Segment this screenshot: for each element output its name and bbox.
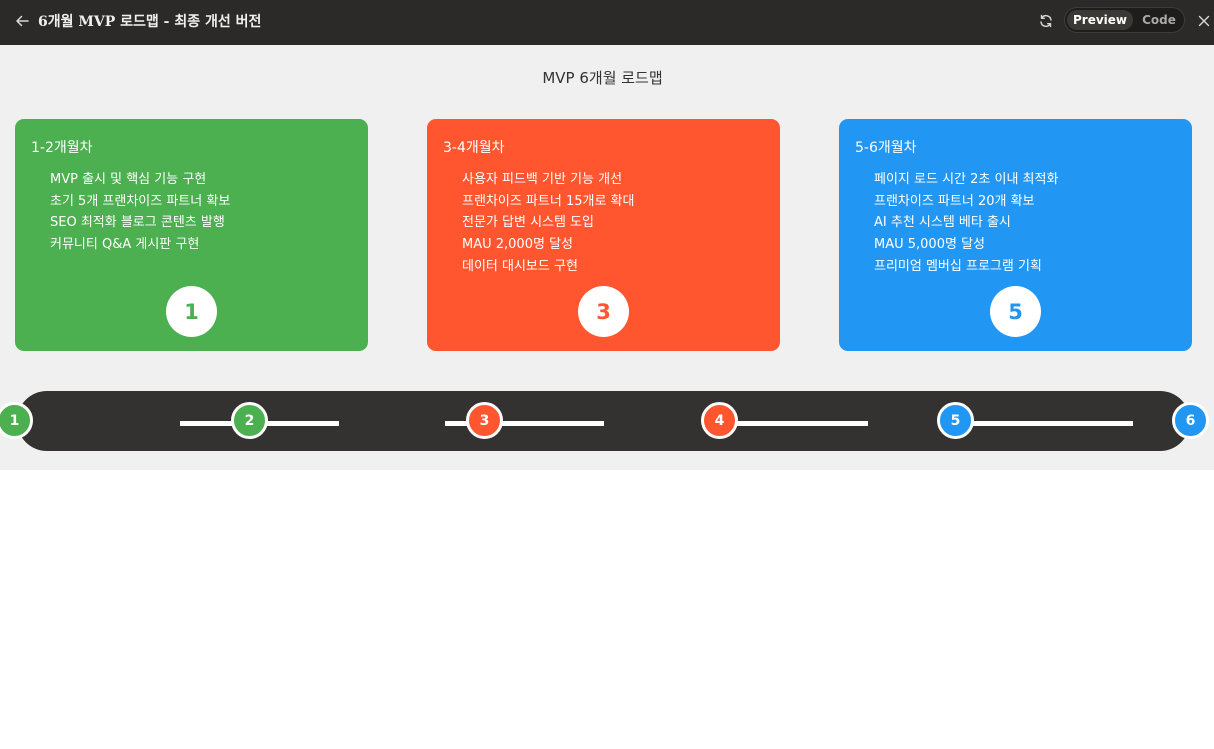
phase-title: 1-2개월차: [31, 140, 93, 156]
top-bar: 6개월 MVP 로드맵 - 최종 개선 버전 Preview Code: [0, 0, 1214, 45]
close-icon: [1198, 15, 1210, 27]
window-title: 6개월 MVP 로드맵 - 최종 개선 버전: [38, 14, 262, 30]
list-item: SEO 최적화 블로그 콘텐츠 발행: [50, 215, 225, 231]
timeline-month-4[interactable]: 4: [701, 402, 738, 439]
close-button[interactable]: [1194, 10, 1214, 32]
timeline-connector: [970, 421, 1133, 426]
tab-code[interactable]: Code: [1137, 10, 1181, 30]
list-item: MVP 출시 및 핵심 기능 구현: [50, 172, 207, 187]
phase-badge: 5: [990, 286, 1041, 337]
list-item: MAU 5,000명 달성: [874, 237, 985, 253]
page-title: MVP 6개월 로드맵: [542, 69, 663, 87]
phase-card-1: 1-2개월차 MVP 출시 및 핵심 기능 구현 초기 5개 프랜차이즈 파트너…: [15, 119, 368, 351]
phase-card-3: 5-6개월차 페이지 로드 시간 2초 이내 최적화 프랜차이즈 파트너 20개…: [839, 119, 1192, 351]
view-toggle: Preview Code: [1064, 7, 1185, 33]
timeline-month-5[interactable]: 5: [937, 402, 974, 439]
roadmap-content: MVP 6개월 로드맵 1-2개월차 MVP 출시 및 핵심 기능 구현 초기 …: [0, 45, 1214, 470]
list-item: 페이지 로드 시간 2초 이내 최적화: [874, 172, 1059, 187]
phase-task-list: 페이지 로드 시간 2초 이내 최적화 프랜차이즈 파트너 20개 확보 AI …: [874, 169, 1058, 278]
timeline-month-3[interactable]: 3: [466, 402, 503, 439]
list-item: 초기 5개 프랜차이즈 파트너 확보: [50, 193, 231, 209]
phase-card-2: 3-4개월차 사용자 피드백 기반 기능 개선 프랜차이즈 파트너 15개로 확…: [427, 119, 780, 351]
tab-preview[interactable]: Preview: [1067, 10, 1133, 30]
arrow-left-icon: [16, 15, 29, 27]
list-item: MAU 2,000명 달성: [462, 237, 573, 253]
phase-badge: 1: [166, 286, 217, 337]
list-item: 전문가 답변 시스템 도입: [462, 215, 594, 231]
list-item: 프랜차이즈 파트너 20개 확보: [874, 193, 1035, 209]
timeline-month-6[interactable]: 6: [1172, 402, 1209, 439]
list-item: 데이터 대시보드 구현: [462, 258, 578, 274]
list-item: 사용자 피드백 기반 기능 개선: [462, 172, 623, 187]
phase-title: 3-4개월차: [443, 140, 505, 156]
back-button[interactable]: [11, 10, 33, 32]
timeline-connector: [735, 421, 868, 426]
phase-task-list: 사용자 피드백 기반 기능 개선 프랜차이즈 파트너 15개로 확대 전문가 답…: [462, 169, 634, 278]
timeline-month-2[interactable]: 2: [231, 402, 268, 439]
refresh-button[interactable]: [1035, 10, 1057, 32]
list-item: 프리미엄 멤버십 프로그램 기획: [874, 258, 1042, 274]
list-item: 프랜차이즈 파트너 15개로 확대: [462, 193, 635, 209]
phase-badge: 3: [578, 286, 629, 337]
refresh-icon: [1040, 14, 1052, 28]
list-item: AI 추천 시스템 베타 출시: [874, 215, 1011, 231]
phase-task-list: MVP 출시 및 핵심 기능 구현 초기 5개 프랜차이즈 파트너 확보 SEO…: [50, 169, 230, 256]
phase-title: 5-6개월차: [855, 140, 917, 156]
list-item: 커뮤니티 Q&A 게시판 구현: [50, 237, 200, 253]
